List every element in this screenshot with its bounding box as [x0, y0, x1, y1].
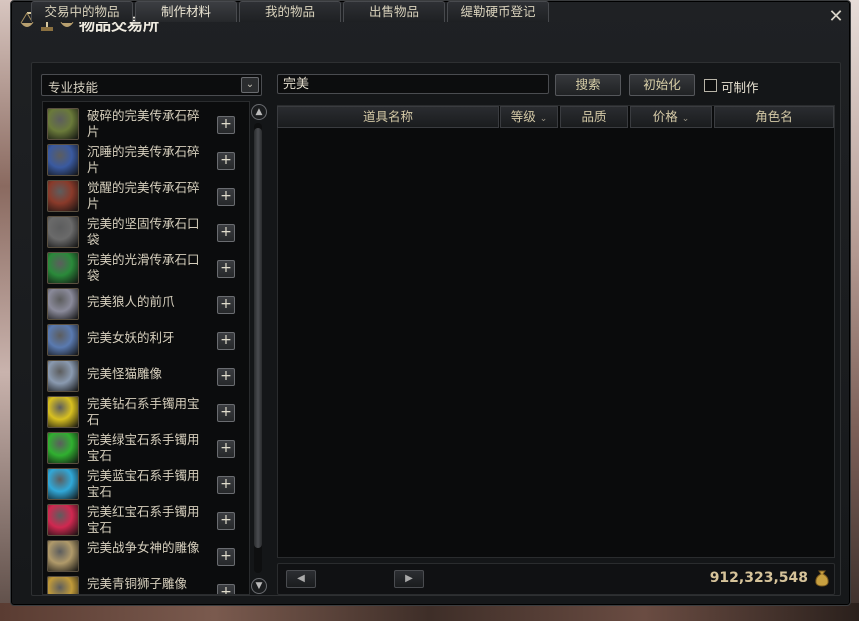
yellow-gem-icon	[47, 396, 79, 428]
add-item-button[interactable]: +	[217, 260, 235, 278]
fang-icon	[47, 324, 79, 356]
reset-button[interactable]: 初始化	[629, 74, 695, 96]
list-item-name: 完美蓝宝石系手镯用宝石	[87, 468, 200, 499]
add-item-button[interactable]: +	[217, 224, 235, 242]
add-item-button[interactable]: +	[217, 116, 235, 134]
column-header-item-name[interactable]: 道具名称	[277, 106, 499, 128]
add-item-button[interactable]: +	[217, 440, 235, 458]
list-item-name: 完美的光滑传承石口袋	[87, 252, 200, 283]
item-list: 破碎的完美传承石碎片 + 沉睡的完美传承石碎片 + 觉醒的完美传承石碎片 + 完美的坚固传承…	[42, 101, 250, 595]
list-item[interactable]: 完美的光滑传承石口袋 +	[47, 250, 243, 285]
search-input[interactable]: 完美	[277, 74, 549, 94]
list-item-name: 完美女妖的利牙	[87, 330, 175, 345]
column-header-price[interactable]: 价格 ⌄	[630, 106, 712, 128]
gold-bag-icon	[815, 570, 829, 587]
header-label: 等级	[510, 109, 536, 124]
add-item-button[interactable]: +	[217, 512, 235, 530]
prev-page-button[interactable]: ◀	[286, 570, 316, 588]
column-header-quality[interactable]: 品质	[560, 106, 628, 128]
lion-statue-icon	[47, 576, 79, 594]
add-item-button[interactable]: +	[217, 548, 235, 566]
close-icon[interactable]: ✕	[828, 8, 844, 26]
auction-house-window: 物品交易所 ✕ 交易中的物品 制作材料 我的物品 出售物品 缇勒硬币登记 专业技…	[10, 0, 851, 606]
list-item[interactable]: 完美红宝石系手镯用宝石 +	[47, 502, 243, 537]
item-list-scrollbar[interactable]: ▲ ▼	[250, 101, 267, 594]
tab-coin-registration[interactable]: 缇勒硬币登记	[447, 1, 549, 22]
scroll-book-icon	[47, 108, 79, 140]
sort-chevron-icon: ⌄	[539, 114, 548, 124]
add-item-button[interactable]: +	[217, 296, 235, 314]
tab-label: 制作材料	[160, 4, 211, 19]
list-item[interactable]: 觉醒的完美传承石碎片 +	[47, 178, 243, 213]
list-item[interactable]: 破碎的完美传承石碎片 +	[47, 106, 243, 141]
list-item-name: 完美狼人的前爪	[87, 294, 175, 309]
list-item-name: 完美绿宝石系手镯用宝石	[87, 432, 200, 463]
list-item[interactable]: 沉睡的完美传承石碎片 +	[47, 142, 243, 177]
results-footer: ◀ ▶ 912,323,548	[277, 563, 835, 595]
scroll-thumb[interactable]	[254, 128, 262, 548]
search-button[interactable]: 搜索	[555, 74, 621, 96]
tab-trading-items[interactable]: 交易中的物品	[31, 1, 133, 22]
list-item-name: 沉睡的完美传承石碎片	[87, 144, 200, 175]
header-label: 价格	[652, 109, 678, 124]
gold-amount: 912,323,548	[709, 570, 808, 586]
next-page-button[interactable]: ▶	[394, 570, 424, 588]
add-item-button[interactable]: +	[217, 332, 235, 350]
list-item-name: 完美青铜狮子雕像	[87, 576, 188, 591]
red-gem-icon	[47, 504, 79, 536]
craftable-label: 可制作	[721, 80, 759, 95]
add-item-button[interactable]: +	[217, 188, 235, 206]
list-item-name: 完美怪猫雕像	[87, 366, 163, 381]
column-header-character[interactable]: 角色名	[714, 106, 834, 128]
claw-icon	[47, 288, 79, 320]
red-book-icon	[47, 180, 79, 212]
header-label: 道具名称	[362, 109, 413, 124]
category-dropdown[interactable]: 专业技能 ⌄	[41, 74, 262, 96]
tab-label: 我的物品	[264, 4, 315, 19]
scroll-up-icon[interactable]: ▲	[251, 104, 267, 120]
column-header-level[interactable]: 等级 ⌄	[500, 106, 558, 128]
list-item[interactable]: 完美绿宝石系手镯用宝石 +	[47, 430, 243, 465]
blue-book-icon	[47, 144, 79, 176]
list-item[interactable]: 完美怪猫雕像 +	[47, 358, 243, 393]
craftable-checkbox[interactable]	[704, 79, 717, 92]
tab-label: 出售物品	[368, 4, 419, 19]
add-item-button[interactable]: +	[217, 476, 235, 494]
tab-my-items[interactable]: 我的物品	[239, 1, 341, 22]
statue-icon	[47, 360, 79, 392]
list-item[interactable]: 完美钻石系手镯用宝石 +	[47, 394, 243, 429]
add-item-button[interactable]: +	[217, 584, 235, 594]
tab-label: 缇勒硬币登记	[460, 4, 536, 19]
list-item[interactable]: 完美蓝宝石系手镯用宝石 +	[47, 466, 243, 501]
scroll-down-icon[interactable]: ▼	[251, 578, 267, 594]
goddess-statue-icon	[47, 540, 79, 572]
list-item[interactable]: 完美青铜狮子雕像 +	[47, 574, 243, 594]
chevron-down-icon[interactable]: ⌄	[241, 77, 259, 93]
list-item[interactable]: 完美女妖的利牙 +	[47, 322, 243, 357]
sort-chevron-icon: ⌄	[681, 114, 690, 124]
tab-crafting-materials[interactable]: 制作材料	[135, 1, 237, 22]
green-pouch-icon	[47, 252, 79, 284]
category-dropdown-value: 专业技能	[48, 80, 99, 95]
pouch-icon	[47, 216, 79, 248]
tab-sell-items[interactable]: 出售物品	[343, 1, 445, 22]
list-item-name: 完美战争女神的雕像	[87, 540, 200, 555]
green-gem-icon	[47, 432, 79, 464]
add-item-button[interactable]: +	[217, 368, 235, 386]
list-item-name: 完美的坚固传承石口袋	[87, 216, 200, 247]
list-item-name: 觉醒的完美传承石碎片	[87, 180, 200, 211]
list-item-name: 完美红宝石系手镯用宝石	[87, 504, 200, 535]
list-item-name: 破碎的完美传承石碎片	[87, 108, 200, 139]
tab-label: 交易中的物品	[44, 4, 120, 19]
header-label: 品质	[581, 109, 607, 124]
add-item-button[interactable]: +	[217, 152, 235, 170]
list-item-name: 完美钻石系手镯用宝石	[87, 396, 200, 427]
list-item[interactable]: 完美的坚固传承石口袋 +	[47, 214, 243, 249]
results-table	[277, 105, 835, 558]
list-item[interactable]: 完美狼人的前爪 +	[47, 286, 243, 321]
add-item-button[interactable]: +	[217, 404, 235, 422]
blue-gem-icon	[47, 468, 79, 500]
header-label: 角色名	[755, 109, 793, 124]
list-item[interactable]: 完美战争女神的雕像 +	[47, 538, 243, 573]
